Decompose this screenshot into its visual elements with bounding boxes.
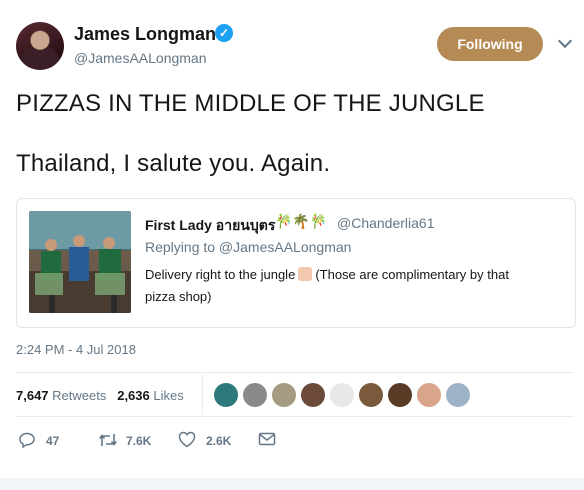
retweet-icon [98, 434, 118, 446]
quoted-tweet-image[interactable] [29, 211, 131, 313]
author-handle[interactable]: @JamesAALongman [74, 50, 207, 66]
tweet-timestamp[interactable]: 2:24 PM - 4 Jul 2018 [16, 342, 136, 357]
following-button[interactable]: Following [437, 27, 543, 61]
envelope-icon [258, 432, 276, 446]
author-avatar[interactable] [16, 22, 64, 70]
quoted-author-emoji: 🎋🌴🎋 [275, 213, 328, 229]
liker-avatar[interactable] [272, 383, 296, 407]
divider [16, 416, 574, 417]
liker-avatar[interactable] [330, 383, 354, 407]
replying-to-text: Replying to @JamesAALongman [145, 239, 352, 255]
engagement-stats: 7,647 Retweets 2,636 Likes [16, 388, 184, 403]
liker-avatar[interactable] [214, 383, 238, 407]
liker-avatar[interactable] [388, 383, 412, 407]
quoted-tweet-text: Delivery right to the jungle (Those are c… [145, 267, 509, 282]
retweets-label[interactable]: Retweets [52, 388, 106, 403]
quoted-tweet-text-line2: pizza shop) [145, 289, 212, 304]
heart-icon [178, 431, 196, 448]
tweet-text-line2: Thailand, I salute you. Again. [16, 150, 331, 177]
reply-count: 47 [46, 434, 60, 448]
quoted-text-part1: Delivery right to the jungle [145, 267, 296, 282]
liker-avatar[interactable] [243, 383, 267, 407]
liker-avatar[interactable] [417, 383, 441, 407]
reply-area-strip [0, 478, 584, 490]
stats-divider [202, 374, 203, 414]
quoted-author-handle[interactable]: @Chanderlia61 [337, 215, 435, 231]
liker-avatar[interactable] [446, 383, 470, 407]
liker-avatar[interactable] [301, 383, 325, 407]
like-count: 2.6K [206, 434, 232, 448]
thumbs-up-icon [298, 267, 313, 281]
verified-badge-icon: ✓ [215, 24, 233, 42]
retweets-count[interactable]: 7,647 [16, 388, 49, 403]
likes-label[interactable]: Likes [153, 388, 183, 403]
retweet-count: 7.6K [126, 434, 152, 448]
divider [16, 372, 574, 373]
quoted-text-part2: (Those are complimentary by that [315, 267, 509, 282]
chevron-down-icon[interactable] [557, 33, 573, 49]
tweet-text-line1: PIZZAS IN THE MIDDLE OF THE JUNGLE [16, 90, 485, 117]
author-name[interactable]: James Longman [74, 24, 216, 45]
likes-count[interactable]: 2,636 [117, 388, 150, 403]
liker-avatar[interactable] [359, 383, 383, 407]
reply-icon [19, 432, 35, 448]
quoted-tweet-card[interactable]: First Lady อายนบุตร 🎋🌴🎋 @Chanderlia61 Re… [16, 198, 576, 328]
quoted-author-name[interactable]: First Lady อายนบุตร [145, 215, 275, 237]
